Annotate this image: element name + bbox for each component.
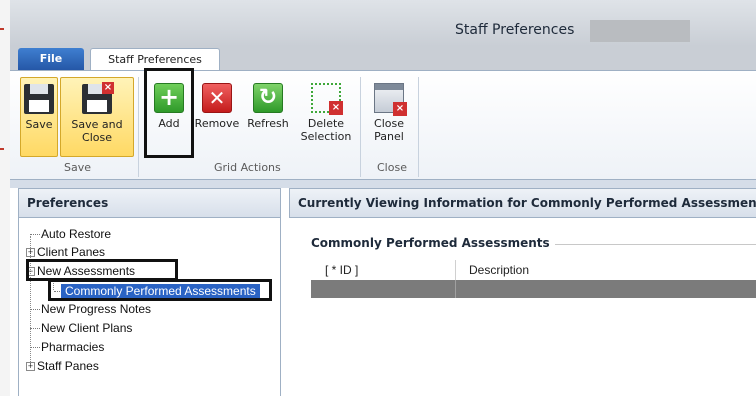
save-and-close-label-2: Close — [82, 131, 112, 144]
group-separator — [360, 77, 361, 177]
tree-item-auto-restore[interactable]: Auto Restore — [30, 227, 111, 241]
group-label-close: Close — [377, 161, 407, 174]
refresh-icon: ↻ — [253, 83, 283, 113]
delete-selection-icon: × — [311, 83, 343, 115]
new-assessments-highlight — [26, 259, 178, 281]
delete-selection-label-1: Delete — [307, 117, 345, 130]
expand-icon[interactable]: + — [26, 362, 35, 372]
close-panel-label-1: Close — [374, 117, 404, 130]
close-panel-label-2: Panel — [374, 130, 404, 143]
section-divider — [555, 244, 756, 245]
remove-icon: ✕ — [202, 83, 232, 113]
save-button[interactable]: Save — [20, 77, 58, 157]
save-label: Save — [25, 118, 53, 131]
add-button-highlight — [144, 68, 194, 158]
tree-item-pharmacies[interactable]: Pharmacies — [30, 340, 104, 354]
preferences-header: Preferences — [18, 188, 281, 218]
refresh-label: Refresh — [247, 117, 289, 130]
save-and-close-label-1: Save and — [71, 118, 123, 131]
staff-preferences-window: Staff Preferences File Staff Preferences… — [10, 0, 756, 396]
close-panel-icon: × — [374, 83, 407, 116]
edge-mark — [0, 148, 4, 150]
group-label-save: Save — [64, 161, 92, 174]
title-bar: Staff Preferences — [10, 0, 756, 46]
group-label-grid-actions: Grid Actions — [214, 161, 281, 174]
edge-mark — [0, 28, 4, 30]
tab-file[interactable]: File — [18, 48, 84, 70]
redacted-title-area — [590, 20, 690, 42]
delete-selection-button[interactable]: × Delete Selection — [297, 77, 355, 157]
tree-item-new-progress-notes[interactable]: New Progress Notes — [30, 302, 151, 316]
expand-icon[interactable]: + — [26, 248, 35, 258]
tree-item-staff-panes[interactable]: + Staff Panes — [26, 359, 99, 373]
group-separator — [138, 77, 139, 177]
column-header-description[interactable]: Description — [469, 263, 529, 277]
remove-label: Remove — [194, 117, 240, 130]
remove-button[interactable]: ✕ Remove — [193, 77, 241, 157]
save-and-close-button[interactable]: × Save and Close — [60, 77, 134, 157]
refresh-button[interactable]: ↻ Refresh — [243, 77, 293, 157]
tree-item-client-panes[interactable]: + Client Panes — [26, 245, 105, 259]
tree-item-new-client-plans[interactable]: New Client Plans — [30, 321, 132, 335]
commonly-performed-highlight — [48, 279, 272, 301]
save-and-close-icon: × — [82, 82, 114, 114]
background-window-edge — [0, 0, 10, 396]
close-panel-button[interactable]: × Close Panel — [366, 77, 412, 157]
save-icon — [24, 84, 54, 114]
section-title: Commonly Performed Assessments — [311, 236, 550, 250]
main-header: Currently Viewing Information for Common… — [289, 188, 756, 218]
panel-gap — [10, 180, 756, 188]
table-row[interactable] — [311, 280, 756, 298]
grid-header: [ * ID ] Description — [311, 260, 756, 281]
group-separator — [418, 77, 419, 177]
delete-selection-label-2: Selection — [300, 130, 352, 143]
column-header-id[interactable]: [ * ID ] — [325, 263, 358, 277]
window-title: Staff Preferences — [455, 22, 575, 38]
